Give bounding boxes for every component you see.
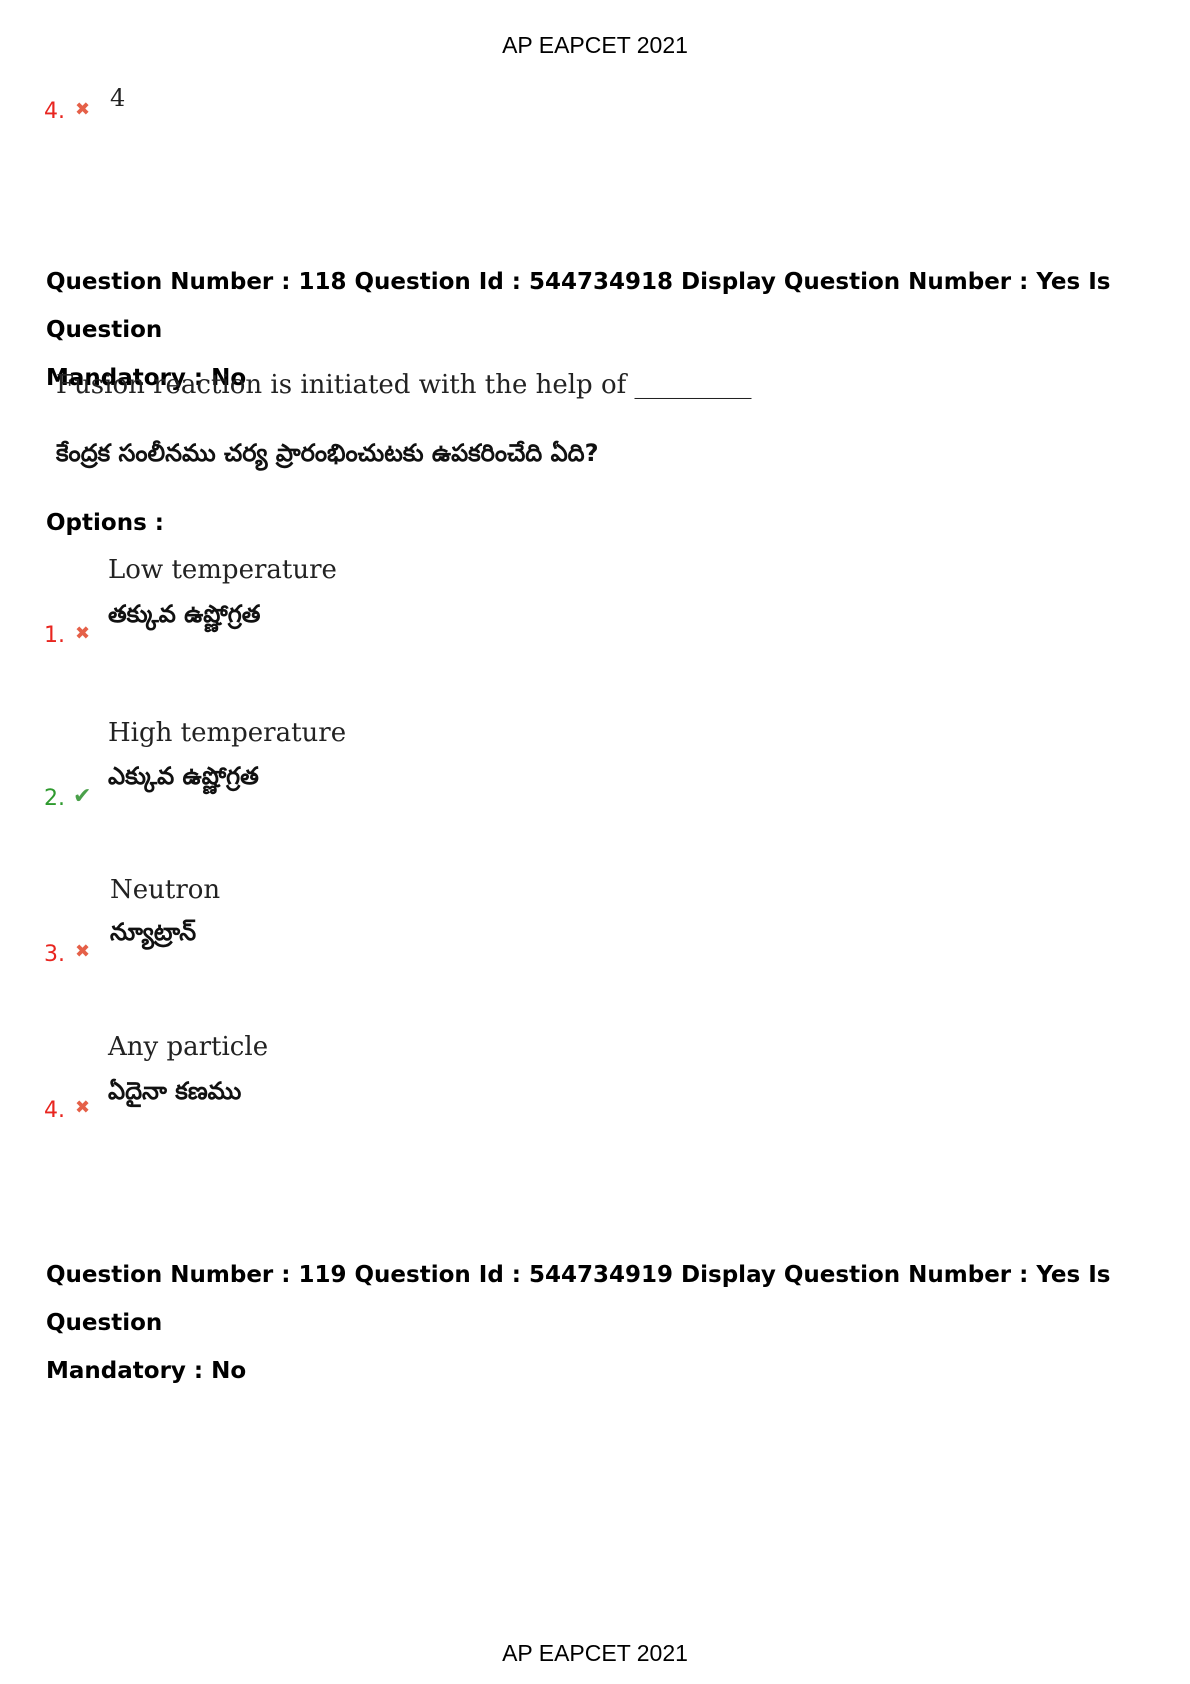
prev-option-value: 4 [110, 84, 126, 112]
option-2-number: 2. [44, 786, 65, 811]
prev-option-number: 4. [44, 99, 65, 124]
cross-icon: ✖ [75, 623, 91, 644]
option-3-text-te: న్యూట్రాన్ [110, 918, 197, 946]
question-118-text-en: Fusion reaction is initiated with the he… [56, 370, 752, 400]
cross-icon: ✖ [75, 99, 91, 120]
cross-icon: ✖ [75, 941, 91, 962]
option-1-text-te: తక్కువ ఉష్ణోగ్రత [108, 600, 261, 628]
options-label: Options : [46, 510, 164, 536]
option-3-number: 3. [44, 942, 65, 967]
cross-icon: ✖ [75, 1097, 91, 1118]
question-118-text-te: కేంద్రక సంలీనము చర్య ప్రారంభించుటకు ఉపకర… [56, 439, 599, 467]
question-119-header: Question Number : 119 Question Id : 5447… [46, 1251, 1156, 1395]
question-119-header-line1: Question Number : 119 Question Id : 5447… [46, 1262, 1111, 1336]
option-1-number: 1. [44, 623, 65, 648]
option-4-text-te: ఏదైనా కణము [108, 1077, 242, 1105]
question-119-header-line2: Mandatory : No [46, 1358, 247, 1384]
option-1-text-en: Low temperature [108, 555, 337, 585]
option-2-text-te: ఎక్కువ ఉష్ణోగ్రత [108, 762, 259, 790]
page-footer: AP EAPCET 2021 [502, 1640, 688, 1666]
option-3-text-en: Neutron [110, 875, 221, 905]
question-118-header-line1: Question Number : 118 Question Id : 5447… [46, 269, 1111, 343]
option-4-text-en: Any particle [108, 1032, 269, 1062]
option-4-number: 4. [44, 1098, 65, 1123]
page-header: AP EAPCET 2021 [502, 32, 688, 58]
check-icon: ✔ [73, 784, 92, 809]
option-2-text-en: High temperature [108, 718, 347, 748]
